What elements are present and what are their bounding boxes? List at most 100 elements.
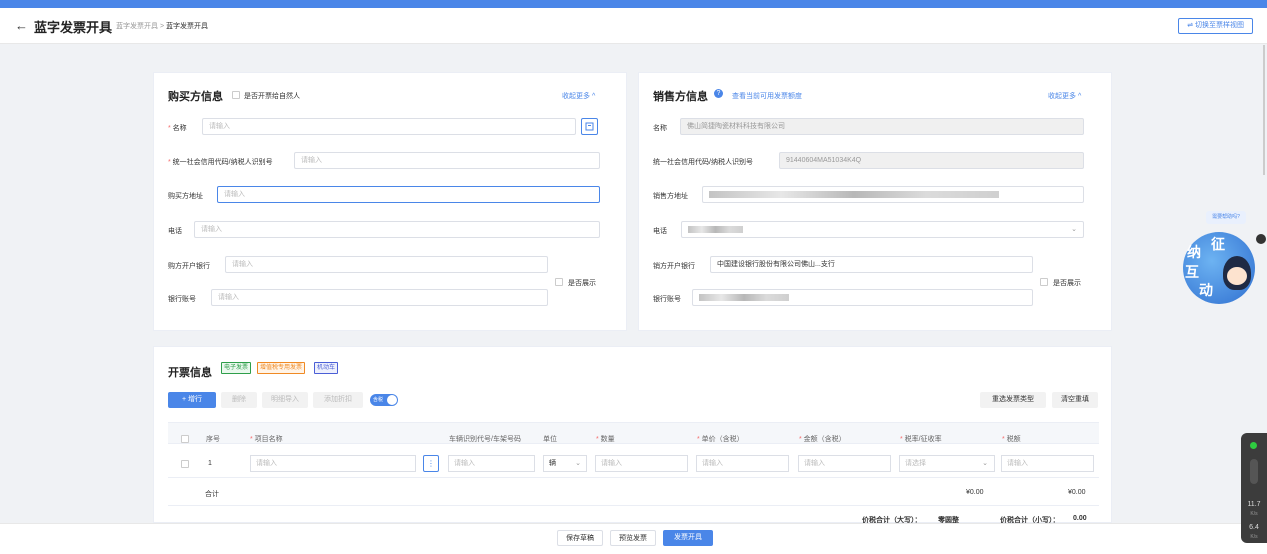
seller-address-label: 销售方地址 xyxy=(653,193,688,200)
seller-title: 销售方信息 xyxy=(653,91,708,103)
quota-link[interactable]: 查看当前可用发票额度 xyxy=(732,91,802,101)
col-tax-rate: * 税率/征收率 xyxy=(900,436,942,443)
col-amount: * 金额（含税） xyxy=(799,436,846,443)
help-bubble[interactable]: 需要帮助吗? xyxy=(1206,211,1246,224)
item-more-button[interactable]: ⋮ xyxy=(423,455,439,472)
invoice-title: 开票信息 xyxy=(168,367,212,379)
tag-electronic-invoice[interactable]: 电子发票 xyxy=(221,362,252,374)
add-row-button[interactable]: + 增行 xyxy=(168,392,216,408)
buyer-show-checkbox[interactable] xyxy=(555,278,563,286)
chevron-down-icon: ⌄ xyxy=(982,460,988,467)
natural-person-label: 是否开票给自然人 xyxy=(244,93,300,100)
collapse-side-icon[interactable] xyxy=(1256,234,1266,244)
clear-refill-button[interactable]: 清空重填 xyxy=(1052,392,1098,408)
buyer-address-input[interactable]: 请输入 xyxy=(217,186,600,203)
tax-included-toggle[interactable]: 含税 xyxy=(370,394,398,406)
download-speed: 6.4 xyxy=(1249,524,1259,531)
select-all-checkbox[interactable] xyxy=(181,435,189,443)
assistant-char-4: 动 xyxy=(1199,282,1213,298)
buyer-tax-label: * 统一社会信用代码/纳税人识别号 xyxy=(168,159,273,166)
help-icon[interactable]: ? xyxy=(714,89,723,98)
breadcrumb: 蓝字发票开具 > 蓝字发票开具 xyxy=(116,21,208,31)
total-tax: ¥0.00 xyxy=(1068,489,1086,496)
unit-select[interactable]: 辆 ⌄ xyxy=(543,455,587,472)
reselect-invoice-type-button[interactable]: 重选发票类型 xyxy=(980,392,1046,408)
total-label: 合计 xyxy=(205,491,219,498)
breadcrumb-parent[interactable]: 蓝字发票开具 xyxy=(116,23,158,30)
seller-phone-label: 电话 xyxy=(653,228,667,235)
quantity-input[interactable]: 请输入 xyxy=(595,455,688,472)
seller-bank-input[interactable]: 中国建设银行股份有限公司佛山...支行 xyxy=(710,256,1033,273)
buyer-phone-input[interactable]: 请输入 xyxy=(194,221,600,238)
row-checkbox[interactable] xyxy=(181,460,189,468)
vehicle-id-input[interactable]: 请输入 xyxy=(448,455,535,472)
upload-speed: 11.7 xyxy=(1247,501,1261,508)
breadcrumb-separator: > xyxy=(159,23,165,30)
total-amount: ¥0.00 xyxy=(966,489,984,496)
col-quantity: * 数量 xyxy=(596,436,615,443)
buyer-bank-label: 购方开户银行 xyxy=(168,263,210,270)
seller-bank-label: 销方开户银行 xyxy=(653,263,695,270)
buyer-tax-input[interactable]: 请输入 xyxy=(294,152,600,169)
address-book-icon xyxy=(585,122,594,131)
buyer-lookup-button[interactable] xyxy=(581,118,598,135)
col-index: 序号 xyxy=(206,436,220,443)
page-scrollbar[interactable] xyxy=(1263,45,1265,175)
officer-cartoon-icon xyxy=(1223,256,1251,290)
col-item-name: * 项目名称 xyxy=(250,436,283,443)
buyer-phone-label: 电话 xyxy=(168,228,182,235)
col-unit: 单位 xyxy=(543,436,557,443)
seller-tax-input: 91440604MA51034K4Q xyxy=(779,152,1084,169)
speed-gauge xyxy=(1250,459,1258,484)
buyer-show-label: 是否展示 xyxy=(568,280,596,287)
tag-motor-vehicle[interactable]: 机动车 xyxy=(314,362,339,374)
seller-address-input[interactable] xyxy=(702,186,1084,203)
natural-person-checkbox[interactable] xyxy=(232,91,240,99)
buyer-address-label: 购买方地址 xyxy=(168,193,203,200)
switch-view-button[interactable]: ⇌ 切换至票样视图 xyxy=(1178,18,1253,34)
top-accent-bar xyxy=(0,0,1267,8)
assistant-char-2: 纳 xyxy=(1187,244,1201,260)
unit-price-input[interactable]: 请输入 xyxy=(696,455,789,472)
seller-name-input: 佛山简捷陶瓷材料科技有限公司 xyxy=(680,118,1084,135)
tax-rate-select[interactable]: 请选择 ⌄ xyxy=(899,455,995,472)
chevron-down-icon: ⌄ xyxy=(1071,226,1077,233)
seller-name-label: 名称 xyxy=(653,125,667,132)
seller-account-input[interactable] xyxy=(692,289,1033,306)
totals-divider xyxy=(168,505,1099,506)
detail-import-button[interactable]: 明细导入 xyxy=(262,392,308,408)
breadcrumb-current: 蓝字发票开具 xyxy=(166,23,208,30)
buyer-account-input[interactable]: 请输入 xyxy=(211,289,548,306)
row-index: 1 xyxy=(208,460,212,467)
seller-tax-label: 统一社会信用代码/纳税人识别号 xyxy=(653,159,753,166)
delete-button[interactable]: 删除 xyxy=(221,392,257,408)
seller-show-label: 是否展示 xyxy=(1053,280,1081,287)
save-draft-button[interactable]: 保存草稿 xyxy=(557,530,603,546)
tag-vat-special-invoice[interactable]: 增值税专用发票 xyxy=(257,362,306,374)
assistant-avatar[interactable]: 征 纳 互 动 xyxy=(1183,232,1255,304)
seller-account-label: 银行账号 xyxy=(653,296,681,303)
issue-invoice-button[interactable]: 发票开具 xyxy=(663,530,713,546)
preview-invoice-button[interactable]: 预览发票 xyxy=(610,530,656,546)
total-lower-value: 0.00 xyxy=(1073,515,1087,522)
col-vehicle-id: 车辆识别代号/车架号码 xyxy=(449,436,521,443)
network-speed-widget: 11.7 K/s 6.4 K/s xyxy=(1241,433,1267,543)
status-dot-icon xyxy=(1250,442,1257,449)
buyer-collapse-link[interactable]: 收起更多 ^ xyxy=(562,91,595,101)
back-arrow-icon[interactable]: ← xyxy=(15,18,28,33)
amount-input[interactable]: 请输入 xyxy=(798,455,891,472)
chevron-down-icon: ⌄ xyxy=(575,460,581,467)
seller-collapse-link[interactable]: 收起更多 ^ xyxy=(1048,91,1081,101)
table-header xyxy=(168,422,1099,444)
tax-amount-input[interactable]: 请输入 xyxy=(1001,455,1094,472)
page-title: 蓝字发票开具 xyxy=(34,20,113,35)
buyer-bank-input[interactable]: 请输入 xyxy=(225,256,548,273)
item-name-input[interactable]: 请输入 xyxy=(250,455,416,472)
upload-unit: K/s xyxy=(1250,511,1258,517)
buyer-name-input[interactable]: 请输入 xyxy=(202,118,576,135)
add-discount-button[interactable]: 添加折扣 xyxy=(313,392,363,408)
buyer-title: 购买方信息 xyxy=(168,91,223,103)
buyer-name-label: * 名称 xyxy=(168,125,187,132)
seller-phone-select[interactable]: ⌄ xyxy=(681,221,1084,238)
seller-show-checkbox[interactable] xyxy=(1040,278,1048,286)
